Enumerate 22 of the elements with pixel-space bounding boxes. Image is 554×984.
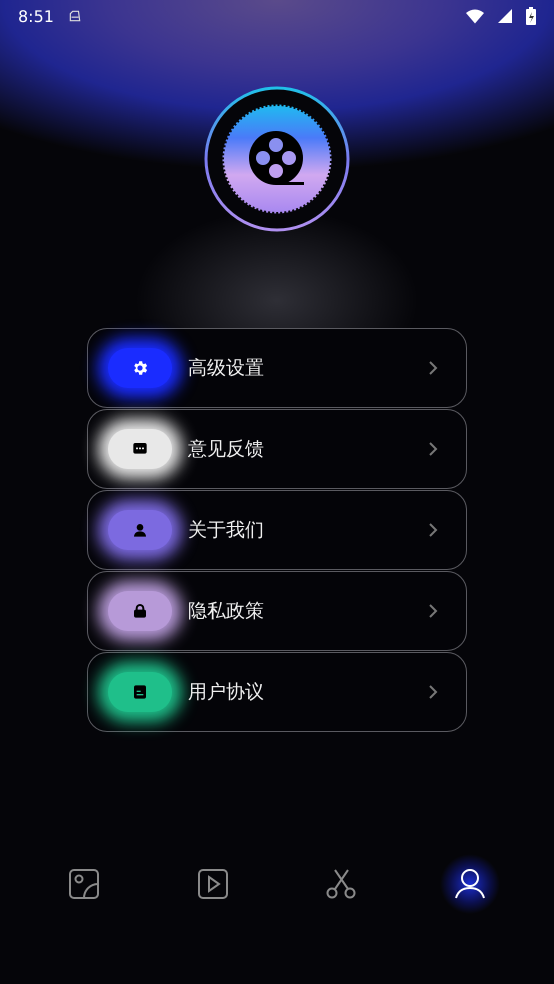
document-icon <box>132 684 148 700</box>
profile-icon <box>454 868 486 900</box>
person-icon <box>132 522 148 538</box>
signal-icon <box>498 9 512 23</box>
chevron-right-icon <box>428 684 438 700</box>
scissors-icon <box>325 868 358 900</box>
notification-icon <box>68 9 82 23</box>
menu-item[interactable]: 关于我们 <box>87 490 467 570</box>
menu-item[interactable]: 隐私政策 <box>87 571 467 651</box>
chevron-right-icon <box>428 603 438 619</box>
menu-item[interactable]: 意见反馈 <box>87 409 467 489</box>
status-time: 8:51 <box>18 6 54 26</box>
menu-item[interactable]: 高级设置 <box>87 328 467 408</box>
play-icon <box>196 868 229 900</box>
wifi-icon <box>466 8 484 24</box>
chevron-right-icon <box>428 441 438 457</box>
menu-item[interactable]: 用户协议 <box>87 652 467 732</box>
battery-icon <box>526 7 536 25</box>
chevron-right-icon <box>428 522 438 538</box>
chevron-right-icon <box>428 360 438 376</box>
image-icon <box>68 868 100 900</box>
lock-icon <box>132 603 148 619</box>
